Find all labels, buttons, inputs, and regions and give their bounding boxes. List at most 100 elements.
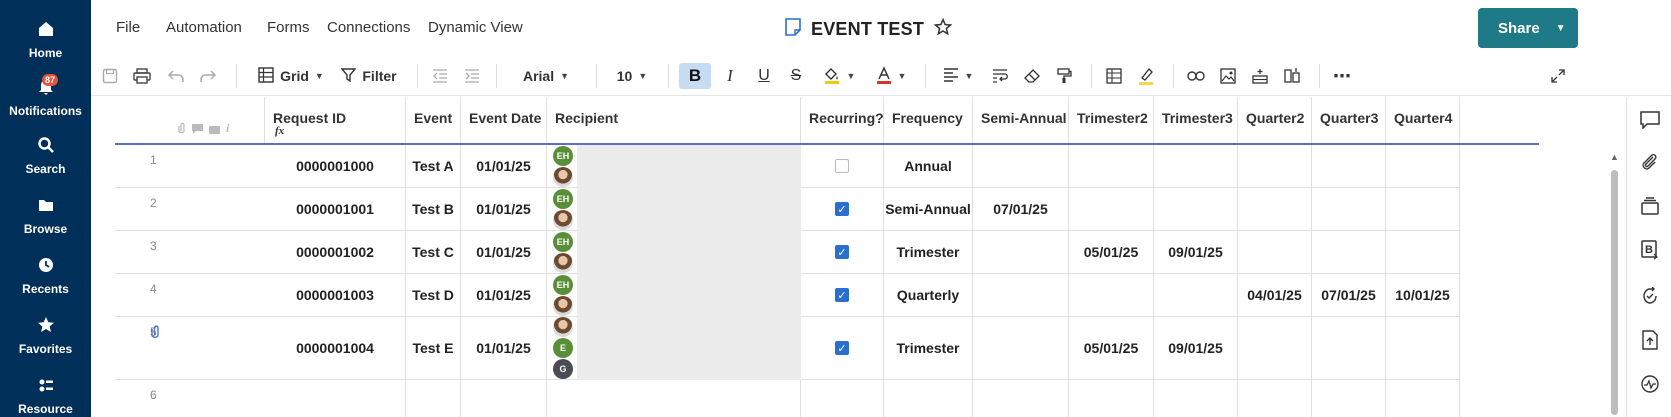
cell-quarter4[interactable]	[1386, 145, 1460, 188]
underline-button[interactable]: U	[749, 63, 779, 89]
recurring-checkbox[interactable]: ✓	[835, 202, 849, 216]
highlighter-icon[interactable]	[1135, 63, 1157, 89]
nav-recents[interactable]: Recents	[0, 256, 91, 296]
cell-trimester3[interactable]: 09/01/25	[1154, 317, 1238, 380]
recurring-checkbox[interactable]: ✓	[835, 341, 849, 355]
cell-quarter3[interactable]: 07/01/25	[1312, 274, 1386, 317]
recurring-checkbox[interactable]: ✓	[835, 245, 849, 259]
cell-request-id[interactable]: 0000001001	[265, 188, 406, 231]
recurring-checkbox[interactable]: ✓	[835, 288, 849, 302]
bold-button[interactable]: B	[679, 63, 711, 89]
cell-quarter4[interactable]	[1386, 380, 1460, 417]
expand-icon[interactable]	[1547, 63, 1569, 89]
menu-forms[interactable]: Forms	[267, 19, 310, 36]
comments-icon[interactable]	[1639, 109, 1661, 131]
cell-request-id[interactable]: 0000001003	[265, 274, 406, 317]
cell-event-date[interactable]: 01/01/25	[461, 145, 547, 188]
filter-button[interactable]: Filter	[340, 63, 397, 89]
cell-event-date[interactable]: 01/01/25	[461, 317, 547, 380]
column-header-semi-annual[interactable]: Semi-Annual	[973, 97, 1069, 143]
cell-trimester3[interactable]	[1154, 274, 1238, 317]
cell-event-date[interactable]: 01/01/25	[461, 274, 547, 317]
indent-icon[interactable]	[461, 63, 483, 89]
cell-quarter4[interactable]	[1386, 231, 1460, 274]
cell-quarter2[interactable]: 04/01/25	[1238, 274, 1312, 317]
cell-frequency[interactable]: Semi-Annual	[884, 188, 973, 231]
column-header-trimester3[interactable]: Trimester3	[1154, 97, 1238, 143]
cell-trimester2[interactable]	[1069, 188, 1154, 231]
cell-frequency[interactable]: Trimester	[884, 231, 973, 274]
column-header-trimester2[interactable]: Trimester2	[1069, 97, 1154, 143]
activity-log-icon[interactable]	[1639, 373, 1661, 395]
cell-trimester3[interactable]: 09/01/25	[1154, 231, 1238, 274]
align-button[interactable]: ▼	[937, 63, 979, 89]
cell-quarter4[interactable]: 10/01/25	[1386, 274, 1460, 317]
cell-event-date[interactable]: 01/01/25	[461, 231, 547, 274]
cell-recurring[interactable]	[801, 145, 884, 188]
cell-quarter2[interactable]	[1238, 188, 1312, 231]
undo-icon[interactable]	[165, 63, 187, 89]
redo-icon[interactable]	[197, 63, 219, 89]
cell-quarter2[interactable]	[1238, 145, 1312, 188]
fill-color-button[interactable]: ▼	[817, 63, 861, 89]
proofing-icon[interactable]	[1639, 195, 1661, 217]
column-header-frequency[interactable]: Frequency	[884, 97, 973, 143]
cell-request-id[interactable]: 0000001000	[265, 145, 406, 188]
cell-recurring[interactable]: ✓	[801, 188, 884, 231]
publish-icon[interactable]	[1639, 329, 1661, 351]
scroll-up-icon[interactable]: ▲	[1610, 152, 1619, 162]
image-icon[interactable]	[1217, 63, 1239, 89]
italic-button[interactable]: I	[715, 63, 745, 89]
cell-semi-annual[interactable]	[973, 317, 1069, 380]
row-number-cell[interactable]: 4	[115, 274, 265, 317]
cell-semi-annual[interactable]	[973, 274, 1069, 317]
more-options-icon[interactable]: ⋯	[1331, 63, 1353, 89]
cell-recurring[interactable]: ✓	[801, 317, 884, 380]
column-header-quarter4[interactable]: Quarter4	[1386, 97, 1460, 143]
cell-event[interactable]: Test C	[406, 231, 461, 274]
cell-quarter3[interactable]	[1312, 317, 1386, 380]
share-button[interactable]: Share ▼	[1478, 8, 1578, 48]
row-number-cell[interactable]: 6	[115, 380, 265, 417]
save-icon[interactable]	[99, 63, 121, 89]
scrollbar-thumb[interactable]	[1611, 170, 1618, 415]
vertical-scrollbar[interactable]: ▲	[1609, 152, 1619, 417]
cell-recipient[interactable]: EH	[547, 145, 801, 188]
cell-quarter3[interactable]	[1312, 380, 1386, 417]
summary-icon[interactable]: B	[1639, 239, 1661, 261]
cell-trimester2[interactable]	[1069, 274, 1154, 317]
nav-search[interactable]: Search	[0, 136, 91, 176]
cell-trimester3[interactable]	[1154, 145, 1238, 188]
font-family-select[interactable]: Arial ▼	[511, 63, 581, 89]
outdent-icon[interactable]	[429, 63, 451, 89]
cell-recipient[interactable]: EH	[547, 231, 801, 274]
update-requests-icon[interactable]	[1639, 285, 1661, 307]
row-number-cell[interactable]: 1	[115, 145, 265, 188]
cell-recipient[interactable]	[547, 380, 801, 417]
nav-resource[interactable]: Resource	[0, 376, 91, 416]
eraser-icon[interactable]	[1021, 63, 1043, 89]
column-header-quarter2[interactable]: Quarter2	[1238, 97, 1312, 143]
cell-quarter2[interactable]	[1238, 231, 1312, 274]
cell-event[interactable]: Test A	[406, 145, 461, 188]
font-size-select[interactable]: 10 ▼	[607, 63, 657, 89]
cell-semi-annual[interactable]	[973, 145, 1069, 188]
cell-quarter2[interactable]	[1238, 317, 1312, 380]
cell-trimester3[interactable]	[1154, 188, 1238, 231]
cell-recipient[interactable]: EH	[547, 188, 801, 231]
cell-request-id[interactable]	[265, 380, 406, 417]
column-header-recipient[interactable]: Recipient	[547, 97, 801, 143]
cell-quarter2[interactable]	[1238, 380, 1312, 417]
cell-request-id[interactable]: 0000001004	[265, 317, 406, 380]
cell-event-date[interactable]	[461, 380, 547, 417]
row-number-cell[interactable]: 3	[115, 231, 265, 274]
column-header-recurring[interactable]: Recurring?	[801, 97, 884, 143]
link-icon[interactable]	[1185, 63, 1207, 89]
cell-frequency[interactable]	[884, 380, 973, 417]
format-painter-icon[interactable]	[1053, 63, 1075, 89]
menu-file[interactable]: File	[116, 19, 140, 36]
attachments-icon[interactable]	[1639, 151, 1661, 173]
cell-quarter4[interactable]	[1386, 317, 1460, 380]
attachment-icon[interactable]	[150, 325, 160, 342]
cell-quarter3[interactable]	[1312, 145, 1386, 188]
